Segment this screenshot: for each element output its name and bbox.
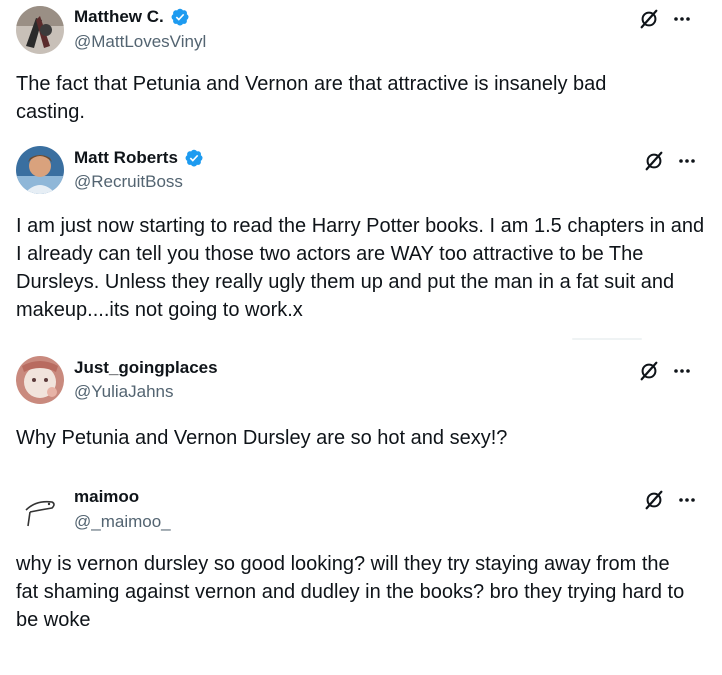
display-name[interactable]: maimoo [74,487,139,507]
verified-badge-icon [185,149,203,167]
post-actions [638,360,692,382]
author-row: Just_goingplaces [74,358,218,378]
post-text: Why Petunia and Vernon Dursley are so ho… [16,427,508,449]
display-name[interactable]: Matthew C. [74,7,164,27]
handle[interactable]: @YuliaJahns [74,382,174,402]
author-row: maimoo [74,487,139,507]
handle[interactable]: @RecruitBoss [74,172,183,192]
more-options-icon[interactable] [672,9,692,29]
post-text: why is vernon dursley so good looking? w… [16,553,685,631]
post-text: The fact that Petunia and Vernon are tha… [16,73,607,123]
divider [572,338,642,340]
post-text: I am just now starting to read the Harry… [16,215,705,321]
more-options-icon[interactable] [677,151,697,171]
handle[interactable]: @MattLovesVinyl [74,32,206,52]
grok-icon[interactable] [638,8,660,30]
post-actions [643,150,697,172]
handle[interactable]: @_maimoo_ [74,512,171,532]
avatar-photo-icon[interactable] [16,146,64,194]
grok-icon[interactable] [638,360,660,382]
avatar-sketch-icon[interactable] [16,488,64,536]
avatar-vinyl-icon[interactable] [16,6,64,54]
post-actions [638,8,692,30]
display-name[interactable]: Matt Roberts [74,148,178,168]
grok-icon[interactable] [643,489,665,511]
avatar-drawing-icon[interactable] [16,356,64,404]
grok-icon[interactable] [643,150,665,172]
more-options-icon[interactable] [672,361,692,381]
post-actions [643,489,697,511]
author-row: Matt Roberts [74,148,204,168]
display-name[interactable]: Just_goingplaces [74,358,218,378]
verified-badge-icon [171,8,189,26]
more-options-icon[interactable] [677,490,697,510]
author-row: Matthew C. [74,7,190,27]
